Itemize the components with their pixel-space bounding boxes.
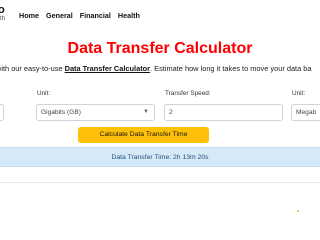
calculator-link[interactable]: Data Transfer Calculator xyxy=(65,64,150,73)
unit-select[interactable]: Gigabits (GB) ▼ xyxy=(36,104,155,121)
intro-text: with our easy-to-use Data Transfer Calcu… xyxy=(0,64,312,73)
intro-suffix: . Estimate how long it takes to move you… xyxy=(150,64,312,73)
unit-label: Unit: xyxy=(37,90,51,97)
transfer-speed-value: 2 xyxy=(169,109,173,116)
page-title: Data Transfer Calculator xyxy=(67,40,253,57)
nav-link-general[interactable]: General xyxy=(46,11,73,20)
navbar: o th Home General Financial Health xyxy=(0,0,320,30)
site-logo-tagline: th xyxy=(0,16,6,22)
data-size-input[interactable] xyxy=(0,104,4,121)
chevron-down-icon: ▼ xyxy=(143,109,149,115)
nav-link-financial[interactable]: Financial xyxy=(80,11,111,20)
unit-select-value: Gigabits (GB) xyxy=(41,109,81,116)
speed-unit-select-value: Megab xyxy=(296,109,317,116)
speed-unit-label: Unit: xyxy=(292,90,306,97)
transfer-speed-label: Transfer Speed: xyxy=(165,90,211,97)
result-alert: Data Transfer Time: 2h 13m 20s xyxy=(0,147,320,167)
speed-unit-select[interactable]: Megab xyxy=(291,104,320,121)
calculate-button[interactable]: Calculate Data Transfer Time xyxy=(78,127,209,143)
intro-prefix: with our easy-to-use xyxy=(0,64,65,73)
section-divider xyxy=(0,182,320,183)
nav-link-health[interactable]: Health xyxy=(118,11,140,20)
transfer-speed-input[interactable]: 2 xyxy=(164,104,283,121)
site-logo[interactable]: o xyxy=(0,4,5,16)
decorative-dot xyxy=(297,210,299,212)
nav-links: Home General Financial Health xyxy=(19,11,140,20)
nav-link-home[interactable]: Home xyxy=(19,11,39,20)
